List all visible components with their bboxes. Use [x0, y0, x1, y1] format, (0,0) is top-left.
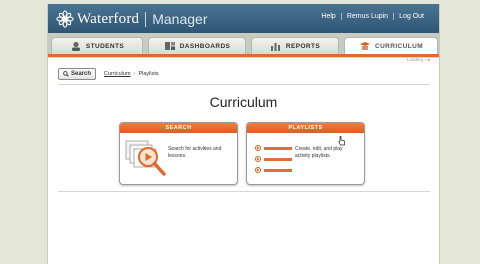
divider [48, 57, 439, 58]
reports-icon [270, 43, 280, 51]
logout-link[interactable]: Log Out [393, 13, 429, 20]
search-button[interactable]: Search [58, 68, 96, 80]
playlist-row-icon [255, 145, 292, 151]
waterford-flower-icon [56, 10, 74, 28]
breadcrumb-curriculum[interactable]: Curriculum [104, 71, 131, 77]
dashboards-icon [164, 42, 175, 50]
playlists-card-description: Create, edit, and play activity playlist… [295, 146, 343, 159]
playlist-row-icon [255, 156, 292, 162]
search-lessons-icon [125, 140, 166, 176]
pointer-cursor-icon [338, 136, 345, 146]
header-bar: Waterford Manager Help Remus Lupin Log O… [48, 4, 439, 33]
loading-dots-icon: ···◂ [424, 57, 429, 62]
playlist-row-icon [255, 167, 292, 173]
main-tabs: STUDENTS DASHBOARDS REPORTS CURRICULUM [48, 33, 439, 54]
breadcrumb-separator: › [133, 71, 136, 77]
user-nav: Help Remus Lupin Log Out [316, 13, 429, 20]
divider [58, 191, 430, 192]
toolbar: Search Curriculum › Playlists [58, 68, 159, 80]
logo-divider [145, 11, 147, 27]
students-icon [71, 41, 80, 51]
search-card-title: SEARCH [120, 123, 237, 133]
tab-dashboards[interactable]: DASHBOARDS [148, 37, 246, 54]
product-name: Manager [152, 11, 208, 27]
tab-curriculum[interactable]: CURRICULUM [344, 37, 438, 54]
search-button-label: Search [70, 71, 91, 77]
divider [58, 84, 430, 85]
tab-label: STUDENTS [85, 42, 125, 50]
logo: Waterford Manager [56, 8, 208, 30]
tab-reports[interactable]: REPORTS [251, 37, 339, 54]
app-window: Waterford Manager Help Remus Lupin Log O… [47, 4, 440, 264]
search-card-description: Search for activities and lessons. [168, 146, 222, 159]
curriculum-icon [359, 42, 370, 50]
user-name-link[interactable]: Remus Lupin [340, 13, 393, 20]
tab-students[interactable]: STUDENTS [51, 37, 143, 54]
page-title: Curriculum [209, 94, 278, 110]
breadcrumb-playlists: Playlists [138, 71, 159, 77]
brand-name: Waterford [77, 10, 140, 27]
playlists-card-title: PLAYLISTS [247, 123, 364, 133]
search-card[interactable]: SEARCH Search for activities and lessons… [119, 122, 238, 185]
loading-indicator: Loading ···◂ [406, 57, 430, 63]
tab-label: CURRICULUM [374, 42, 424, 50]
tab-label: REPORTS [285, 42, 321, 50]
tab-label: DASHBOARDS [179, 42, 231, 50]
playlists-card[interactable]: PLAYLISTS Create, edit, and play activit… [246, 122, 365, 185]
loading-label: Loading [406, 57, 423, 62]
search-icon [63, 71, 69, 77]
help-link[interactable]: Help [316, 13, 340, 20]
